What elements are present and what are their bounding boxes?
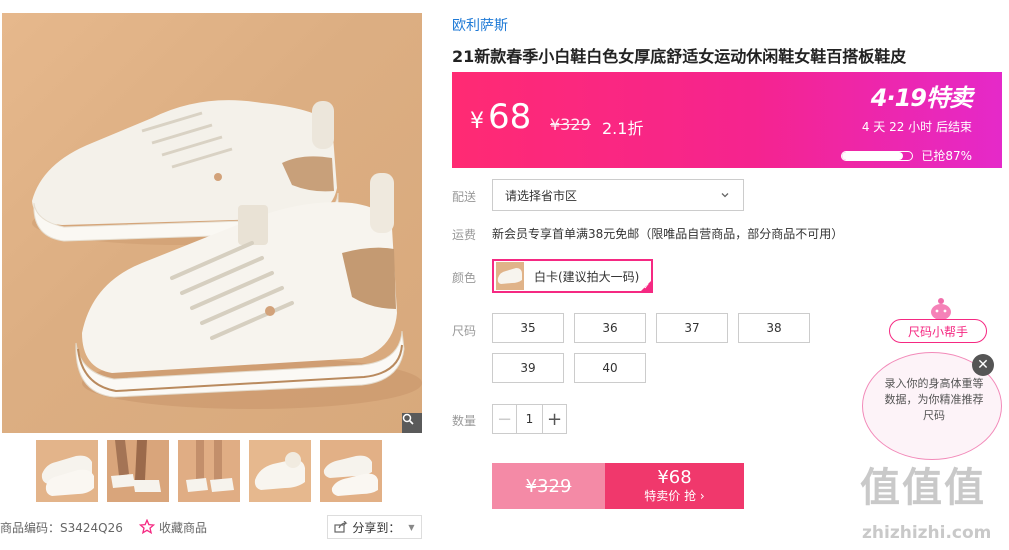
sneaker-illustration xyxy=(32,100,422,409)
thumbnail-image xyxy=(249,440,311,502)
share-button[interactable]: 分享到： ▼ xyxy=(327,515,422,539)
color-thumbnail xyxy=(496,262,524,290)
minus-button[interactable]: − xyxy=(493,405,517,433)
thumbnail-strip xyxy=(36,440,382,502)
sold-text: 已抢87% xyxy=(921,149,972,163)
buy-price: ¥68 xyxy=(657,467,692,488)
buy-action-label: 特卖价 抢 › xyxy=(644,489,705,503)
thumbnail-2[interactable] xyxy=(107,440,169,502)
brand-link[interactable]: 欧利萨斯 xyxy=(452,15,508,35)
zoom-icon xyxy=(402,413,414,425)
color-label: 颜色 xyxy=(452,271,477,285)
size-option[interactable]: 38 xyxy=(738,313,810,343)
favorite-button[interactable]: 收藏商品 xyxy=(139,519,207,536)
thumbnail-image xyxy=(107,440,169,502)
thumbnail-image xyxy=(36,440,98,502)
color-option-label: 白卡(建议拍大一码) xyxy=(534,269,640,284)
size-option[interactable]: 39 xyxy=(492,353,564,383)
size-option[interactable]: 36 xyxy=(574,313,646,343)
star-icon xyxy=(139,519,155,535)
region-select[interactable]: 请选择省市区 xyxy=(492,179,744,211)
original-price: ¥329 xyxy=(550,115,591,134)
sku-code: 商品编码：S3424Q26 xyxy=(0,520,123,535)
watermark-logo: 值值值 xyxy=(860,465,986,511)
quantity-label: 数量 xyxy=(452,414,477,428)
chevron-down-icon xyxy=(721,193,729,198)
price-value: 68 xyxy=(488,97,532,137)
color-option-selected[interactable]: 白卡(建议拍大一码) ✓ xyxy=(492,259,653,293)
size-option[interactable]: 35 xyxy=(492,313,564,343)
discount-label: 2.1折 xyxy=(602,119,644,138)
close-icon[interactable]: ✕ xyxy=(972,354,994,376)
quantity-value[interactable]: 1 xyxy=(517,412,542,426)
thumbnail-5[interactable] xyxy=(320,440,382,502)
buy-button-group: ¥329 ¥68 特卖价 抢 › xyxy=(492,463,744,509)
size-helper-text: 录入你的身高体重等数据，为你精准推荐尺码 xyxy=(884,377,984,422)
zoom-button[interactable] xyxy=(402,413,422,433)
region-select-value: 请选择省市区 xyxy=(505,188,578,203)
share-icon xyxy=(334,521,348,533)
size-helper: 尺码小帮手 录入你的身高体重等数据，为你精准推荐尺码 ✕ xyxy=(862,296,1002,466)
event-title: 4·19特卖 xyxy=(870,84,973,112)
price-banner: ¥ 68 ¥329 2.1折 4·19特卖 4 天 22 小时 后结束 已抢87… xyxy=(452,72,1002,168)
progress-fill xyxy=(842,151,904,160)
thumbnail-4[interactable] xyxy=(249,440,311,502)
thumbnail-image xyxy=(496,262,524,290)
shipping-label: 运费 xyxy=(452,228,477,242)
share-label: 分享到： xyxy=(352,520,401,535)
watermark-site: zhizhizhi.com xyxy=(862,523,992,543)
size-option[interactable]: 37 xyxy=(656,313,728,343)
currency-symbol: ¥ xyxy=(470,109,484,134)
favorite-label: 收藏商品 xyxy=(159,520,208,535)
progress-track xyxy=(841,150,914,161)
product-main-image[interactable] xyxy=(2,13,422,433)
caret-down-icon: ▼ xyxy=(408,522,415,532)
thumbnail-image xyxy=(178,440,240,502)
countdown-timer: 4 天 22 小时 后结束 xyxy=(861,120,972,134)
product-title: 21新款春季小白鞋白色女厚底舒适女运动休闲鞋女鞋百搭板鞋皮 xyxy=(452,47,907,66)
thumbnail-3[interactable] xyxy=(178,440,240,502)
size-option[interactable]: 40 xyxy=(574,353,646,383)
buy-button[interactable]: ¥68 特卖价 抢 › xyxy=(605,463,744,509)
thumbnail-image xyxy=(320,440,382,502)
check-icon: ✓ xyxy=(643,282,650,291)
shipping-text: 新会员专享首单满38元免邮（限唯品自营商品，部分商品不可用） xyxy=(492,227,844,241)
buy-original-price: ¥329 xyxy=(492,463,605,509)
size-helper-tag[interactable]: 尺码小帮手 xyxy=(889,319,987,343)
size-label: 尺码 xyxy=(452,324,477,338)
product-meta-row: 商品编码：S3424Q26 收藏商品 分享到： ▼ xyxy=(0,515,425,539)
plus-button[interactable]: + xyxy=(542,405,566,433)
thumbnail-1[interactable] xyxy=(36,440,98,502)
delivery-label: 配送 xyxy=(452,190,477,204)
sold-progress: 已抢87% xyxy=(841,147,972,164)
quantity-stepper: − 1 + xyxy=(492,404,567,434)
current-price: ¥ 68 xyxy=(470,97,531,137)
